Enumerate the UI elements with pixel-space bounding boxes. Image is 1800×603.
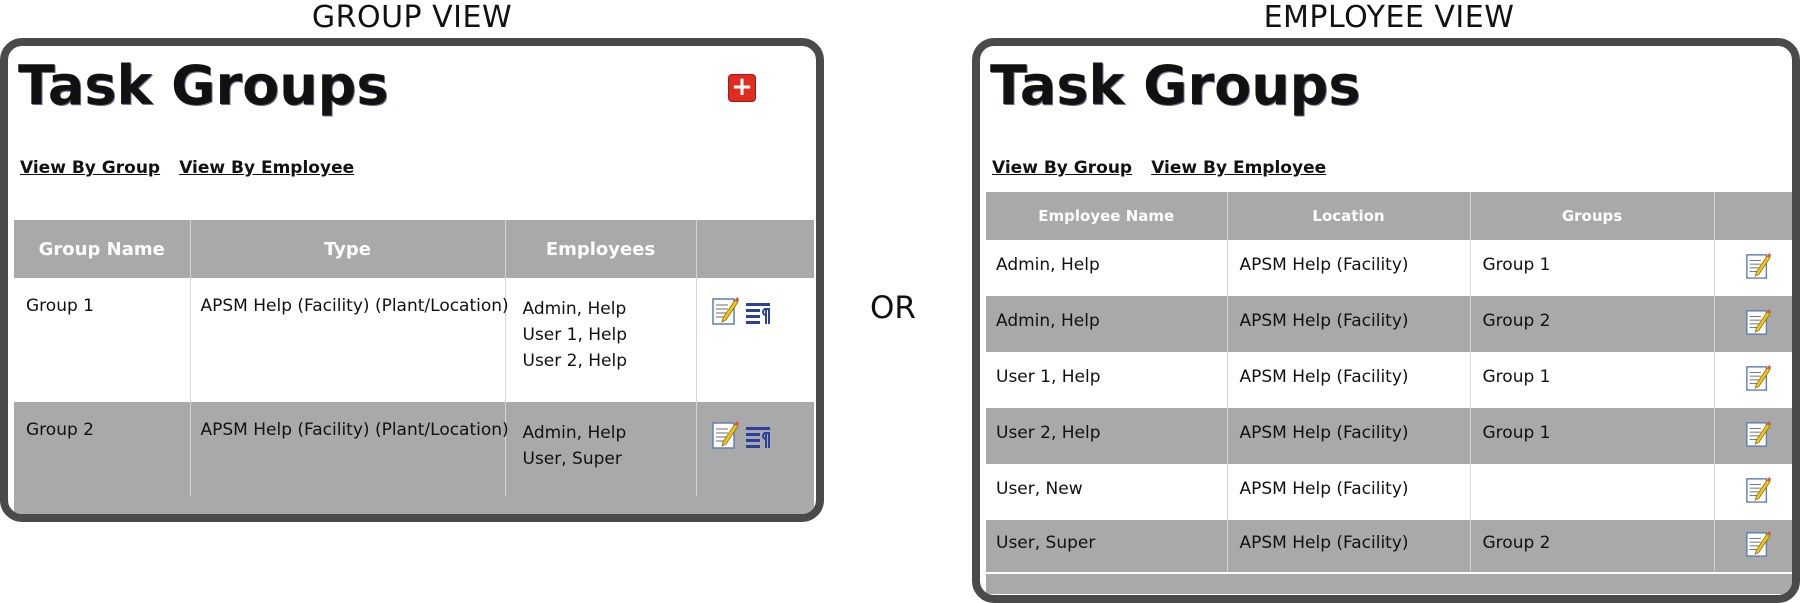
- view-by-employee-link[interactable]: View By Employee: [179, 158, 354, 178]
- location-cell: APSM Help (Facility): [1239, 533, 1409, 553]
- groups-cell: Group 1: [1482, 255, 1551, 275]
- employee-name: User, Super: [522, 449, 622, 469]
- employee-view-panel: Task Groups View By Group View By Employ…: [972, 38, 1800, 603]
- group-type-cell: APSM Help (Facility) (Plant/Location): [200, 420, 509, 440]
- groups-cell: Group 1: [1482, 367, 1551, 387]
- column-header-employees[interactable]: Employees: [505, 220, 697, 278]
- location-cell: APSM Help (Facility): [1239, 367, 1409, 387]
- group-view-panel: Task Groups + View By Group View By Empl…: [0, 38, 824, 522]
- location-cell: APSM Help (Facility): [1239, 255, 1409, 275]
- group-name-cell: Group 1: [26, 296, 94, 316]
- table-header-row: Group Name Type Employees: [14, 220, 814, 278]
- edit-note-icon[interactable]: [1745, 530, 1771, 563]
- edit-note-icon[interactable]: [1745, 420, 1771, 453]
- column-header-type[interactable]: Type: [190, 220, 506, 278]
- location-cell: APSM Help (Facility): [1239, 311, 1409, 331]
- column-header-groups[interactable]: Groups: [1470, 192, 1715, 240]
- employee-name: User 1, Help: [522, 325, 628, 345]
- employee-name-cell: Admin, Help: [996, 311, 1100, 331]
- column-header-actions: [1714, 192, 1792, 240]
- employee-name-cell: User, New: [996, 479, 1083, 499]
- table-row: Admin, Help APSM Help (Facility) Group 2: [986, 296, 1792, 352]
- add-group-button[interactable]: +: [728, 74, 756, 102]
- view-by-group-link[interactable]: View By Group: [992, 158, 1132, 178]
- group-name-cell: Group 2: [26, 420, 94, 440]
- employee-name: User 2, Help: [522, 351, 628, 371]
- column-header-actions: [696, 220, 814, 278]
- groups-cell: Group 1: [1482, 423, 1551, 443]
- employees-table: Employee Name Location Groups Admin, Hel…: [986, 192, 1792, 572]
- column-header-employee-name[interactable]: Employee Name: [986, 192, 1228, 240]
- view-by-employee-link[interactable]: View By Employee: [1151, 158, 1326, 178]
- table-footer: [14, 496, 814, 514]
- groups-cell: Group 2: [1482, 311, 1551, 331]
- edit-note-icon[interactable]: [1745, 308, 1771, 341]
- table-row: Group 1 APSM Help (Facility) (Plant/Loca…: [14, 278, 814, 402]
- plus-icon: +: [731, 72, 753, 102]
- employee-name: Admin, Help: [522, 423, 627, 443]
- group-view-caption: GROUP VIEW: [311, 0, 513, 35]
- edit-note-icon[interactable]: [711, 296, 739, 331]
- column-header-group-name[interactable]: Group Name: [14, 220, 191, 278]
- table-header-row: Employee Name Location Groups: [986, 192, 1792, 240]
- table-row: Admin, Help APSM Help (Facility) Group 1: [986, 240, 1792, 296]
- location-cell: APSM Help (Facility): [1239, 423, 1409, 443]
- employee-name: Admin, Help: [522, 299, 627, 319]
- table-row: User 2, Help APSM Help (Facility) Group …: [986, 408, 1792, 464]
- list-paragraph-icon[interactable]: [744, 296, 772, 331]
- view-links: View By Group View By Employee: [20, 158, 368, 178]
- groups-cell: Group 2: [1482, 533, 1551, 553]
- view-by-group-link[interactable]: View By Group: [20, 158, 160, 178]
- page-title: Task Groups: [990, 54, 1361, 117]
- groups-table: Group Name Type Employees Group 1 APSM H…: [14, 220, 814, 496]
- table-row: User, New APSM Help (Facility): [986, 464, 1792, 520]
- edit-note-icon[interactable]: [1745, 252, 1771, 285]
- column-header-location[interactable]: Location: [1227, 192, 1471, 240]
- table-row: User, Super APSM Help (Facility) Group 2: [986, 520, 1792, 572]
- view-links: View By Group View By Employee: [992, 158, 1340, 178]
- edit-note-icon[interactable]: [711, 420, 739, 455]
- table-row: User 1, Help APSM Help (Facility) Group …: [986, 352, 1792, 408]
- table-footer: [986, 574, 1792, 594]
- employee-name-cell: User 2, Help: [996, 423, 1101, 443]
- employee-name-cell: User, Super: [996, 533, 1096, 553]
- edit-note-icon[interactable]: [1745, 364, 1771, 397]
- location-cell: APSM Help (Facility): [1239, 479, 1409, 499]
- employee-name-cell: User 1, Help: [996, 367, 1101, 387]
- list-paragraph-icon[interactable]: [744, 420, 772, 455]
- or-label: OR: [870, 290, 916, 326]
- employee-view-caption: EMPLOYEE VIEW: [1263, 0, 1515, 35]
- group-type-cell: APSM Help (Facility) (Plant/Location): [200, 296, 509, 316]
- edit-note-icon[interactable]: [1745, 476, 1771, 509]
- employee-name-cell: Admin, Help: [996, 255, 1100, 275]
- table-row: Group 2 APSM Help (Facility) (Plant/Loca…: [14, 402, 814, 496]
- page-title: Task Groups: [18, 54, 389, 117]
